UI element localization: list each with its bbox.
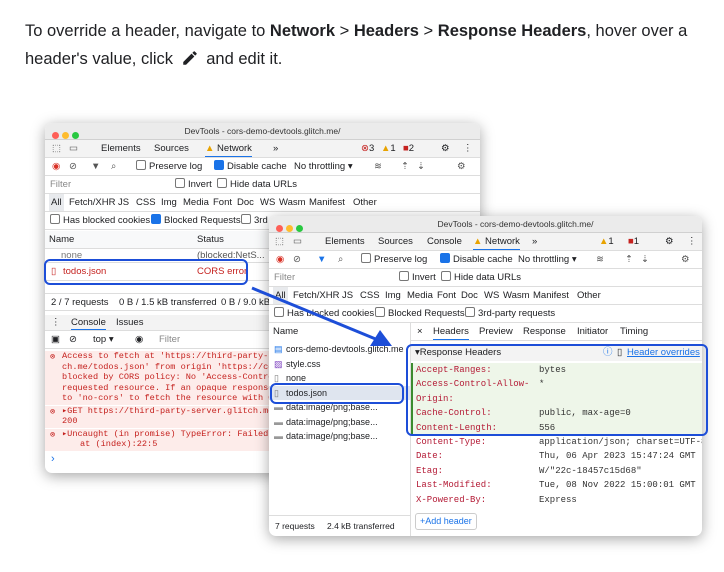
arrow-icon bbox=[251, 286, 392, 346]
